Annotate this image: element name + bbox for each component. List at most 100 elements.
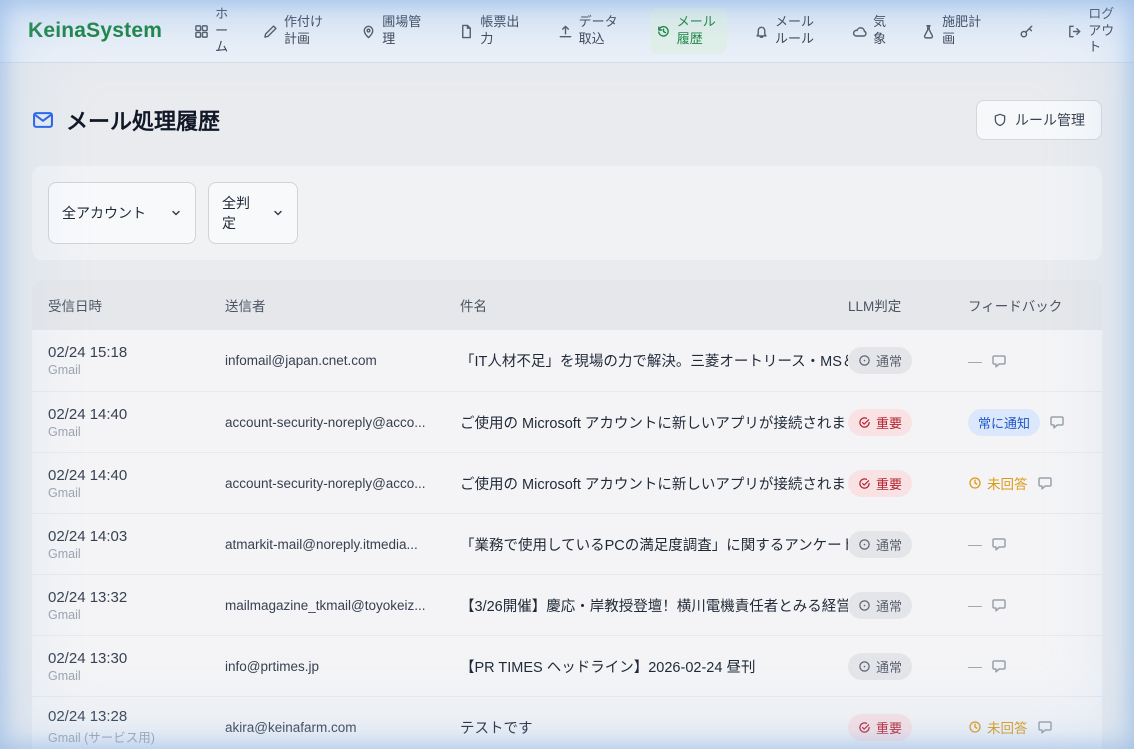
column-header: 受信日時 [48, 295, 225, 315]
comment-icon[interactable] [991, 353, 1007, 369]
flask-icon [921, 24, 936, 39]
account-label: Gmail (サービス用) [48, 727, 225, 746]
feedback-cell: — [968, 597, 1086, 613]
nav-item-history[interactable]: メール履歴 [650, 8, 727, 54]
nav-item-map-pin[interactable]: 圃場管理 [355, 8, 432, 54]
sender-cell: mailmagazine_tkmail@toyokeiz... [225, 598, 460, 613]
judgment-badge: 通常 [848, 653, 912, 680]
sender-cell: akira@keinafarm.com [225, 720, 460, 735]
chevron-down-icon [250, 207, 284, 219]
table-row[interactable]: 02/24 13:28 Gmail (サービス用)akira@keinafarm.… [32, 696, 1102, 749]
judgment-badge: 重要 [848, 714, 912, 741]
subject-cell: ご使用の Microsoft アカウントに新しいアプリが接続されました [460, 412, 848, 433]
filter-panel: 全アカウント 全判定 [32, 166, 1102, 260]
clock-icon [968, 476, 982, 490]
nav-item-label: 作付け計画 [284, 14, 328, 48]
table-row[interactable]: 02/24 14:40Gmailaccount-security-noreply… [32, 391, 1102, 452]
sender-cell: info@prtimes.jp [225, 659, 460, 674]
nav-item-label: 気象 [873, 14, 888, 48]
received-datetime: 02/24 14:40 [48, 406, 225, 423]
circle-dot-icon [858, 354, 871, 367]
received-datetime-cell: 02/24 14:03Gmail [48, 528, 225, 561]
account-label: Gmail [48, 363, 225, 377]
logout-icon [1067, 24, 1082, 39]
pencil-icon [263, 24, 278, 39]
nav-item-label: メール履歴 [677, 14, 721, 48]
top-navigation-bar: KeinaSystem ホーム 作付け計画圃場管理 帳票出力データ取込 メール履歴 メー… [0, 0, 1134, 63]
account-filter-value: 全アカウント [62, 203, 146, 223]
llm-judgment-cell: 重要 [848, 714, 968, 741]
subject-cell: 【PR TIMES ヘッドライン】2026-02-24 昼刊 [460, 656, 848, 677]
nav-item-key[interactable] [1013, 18, 1040, 45]
feedback-unanswered: 未回答 [968, 717, 1028, 737]
column-header: フィードバック [968, 295, 1086, 315]
comment-icon[interactable] [991, 658, 1007, 674]
account-filter-select[interactable]: 全アカウント [48, 182, 196, 244]
feedback-cell: — [968, 658, 1086, 674]
judgment-filter-select[interactable]: 全判定 [208, 182, 298, 244]
nav-item-document[interactable]: 帳票出力 [453, 8, 530, 54]
circle-check-icon [858, 477, 871, 490]
feedback-none: — [968, 597, 982, 613]
shield-icon [993, 113, 1007, 127]
table-row[interactable]: 02/24 14:03Gmailatmarkit-mail@noreply.it… [32, 513, 1102, 574]
feedback-cell: 常に通知 [968, 409, 1086, 436]
account-label: Gmail [48, 425, 225, 439]
judgment-badge: 重要 [848, 470, 912, 497]
comment-icon[interactable] [991, 597, 1007, 613]
nav-item-flask[interactable]: 施肥計画 [915, 8, 992, 54]
received-datetime: 02/24 15:18 [48, 344, 225, 361]
nav-item-label: 帳票出力 [480, 14, 524, 48]
feedback-cell: 未回答 [968, 717, 1086, 737]
table-row[interactable]: 02/24 13:30Gmailinfo@prtimes.jp【PR TIMES… [32, 635, 1102, 696]
feedback-none: — [968, 536, 982, 552]
nav-item-logout[interactable]: ログアウト [1061, 0, 1124, 62]
mail-table-body: 02/24 15:18Gmailinfomail@japan.cnet.com「… [32, 330, 1102, 749]
bell-icon [754, 24, 769, 39]
table-row[interactable]: 02/24 14:40Gmailaccount-security-noreply… [32, 452, 1102, 513]
nav-item-label: 施肥計画 [942, 14, 986, 48]
circle-dot-icon [858, 599, 871, 612]
table-row[interactable]: 02/24 13:32 Gmailmailmagazine_tkmail@toyo… [32, 574, 1102, 635]
column-header: 件名 [460, 295, 848, 315]
account-label: Gmail [48, 608, 225, 622]
feedback-always-badge: 常に通知 [968, 409, 1040, 436]
comment-icon[interactable] [1049, 414, 1065, 430]
app-logo[interactable]: KeinaSystem [28, 19, 162, 43]
comment-icon[interactable] [991, 536, 1007, 552]
sender-cell: infomail@japan.cnet.com [225, 353, 460, 368]
judgment-badge: 重要 [848, 409, 912, 436]
nav-item-upload[interactable]: データ取込 [552, 8, 629, 54]
llm-judgment-cell: 重要 [848, 470, 968, 497]
mail-history-table: 受信日時送信者件名LLM判定フィードバック 02/24 15:18Gmailin… [32, 280, 1102, 749]
feedback-none: — [968, 658, 982, 674]
nav-item-pencil[interactable]: 作付け計画 [257, 8, 334, 54]
received-datetime: 02/24 13:32 [48, 589, 225, 606]
clock-icon [968, 720, 982, 734]
feedback-unanswered: 未回答 [968, 473, 1028, 493]
account-label: Gmail [48, 669, 225, 683]
table-header-row: 受信日時送信者件名LLM判定フィードバック [32, 280, 1102, 330]
circle-dot-icon [858, 538, 871, 551]
nav-item-label: ログアウト [1088, 6, 1118, 57]
column-header: 送信者 [225, 295, 460, 315]
comment-icon[interactable] [1037, 475, 1053, 491]
llm-judgment-cell: 重要 [848, 409, 968, 436]
map-pin-icon [361, 24, 376, 39]
subject-cell: 【3/26開催】慶応・岸教授登壇！横川電機責任者とみる経営... [460, 595, 848, 616]
feedback-none: — [968, 353, 982, 369]
rule-management-button[interactable]: ルール管理 [976, 100, 1102, 140]
account-label: Gmail [48, 486, 225, 500]
received-datetime: 02/24 13:28 [48, 708, 225, 725]
home-grid-icon [194, 24, 209, 39]
judgment-badge: 通常 [848, 531, 912, 558]
subject-cell: 「業務で使用しているPCの満足度調査」に関するアンケート ≪... [460, 534, 848, 555]
nav-item-label: メールルール [775, 14, 819, 48]
llm-judgment-cell: 通常 [848, 653, 968, 680]
comment-icon[interactable] [1037, 719, 1053, 735]
nav-item-cloud[interactable]: 気象 [846, 8, 894, 54]
table-row[interactable]: 02/24 15:18Gmailinfomail@japan.cnet.com「… [32, 330, 1102, 391]
page-title: メール処理履歴 [66, 104, 220, 136]
nav-item-home-grid[interactable]: ホーム [188, 0, 236, 62]
nav-item-bell[interactable]: メールルール [748, 8, 825, 54]
